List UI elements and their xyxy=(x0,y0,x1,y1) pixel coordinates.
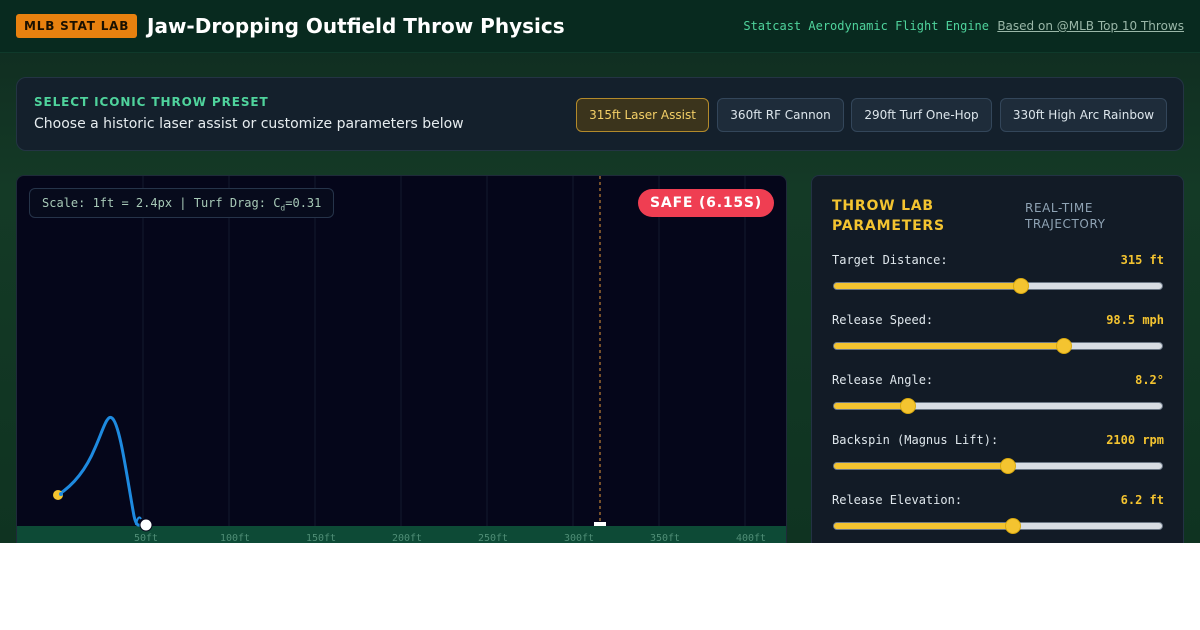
status-badge: SAFE (6.15S) xyxy=(638,189,774,217)
speed-slider[interactable] xyxy=(832,338,1164,354)
elevation-slider[interactable] xyxy=(832,518,1164,534)
parameters-title: THROW LAB PARAMETERS xyxy=(832,198,945,234)
trajectory-label: REAL-TIME TRAJECTORY xyxy=(1025,201,1106,231)
engine-label: Statcast Aerodynamic Flight Engine xyxy=(743,19,989,33)
slider-track xyxy=(833,282,1163,290)
trajectory-canvas: 50ft 100ft 150ft 200ft 250ft 300ft 350ft… xyxy=(16,175,787,543)
slider-track xyxy=(833,462,1163,470)
tick-label-50: 50ft xyxy=(134,533,158,543)
tick-label-250: 250ft xyxy=(478,533,508,543)
param-value: 315 ft xyxy=(1120,253,1164,267)
distance-gridlines xyxy=(142,176,746,526)
throw-physics-app: MLB STAT LAB Jaw-Dropping Outfield Throw… xyxy=(0,0,1200,543)
tick-label-100: 100ft xyxy=(220,533,250,543)
param-value: 6.2 ft xyxy=(1120,493,1164,507)
param-value: 98.5 mph xyxy=(1106,313,1164,327)
slider-fill xyxy=(834,283,1021,289)
slider-track xyxy=(833,402,1163,410)
slider-fill xyxy=(834,403,910,409)
preset-panel: SELECT ICONIC THROW PRESET Choose a hist… xyxy=(16,77,1184,151)
tick-label-300: 300ft xyxy=(564,533,594,543)
angle-slider[interactable] xyxy=(832,398,1164,414)
param-value: 8.2° xyxy=(1135,373,1164,387)
preset-subtitle: Choose a historic laser assist or custom… xyxy=(34,116,464,132)
tick-label-150: 150ft xyxy=(306,533,336,543)
slider-thumb[interactable] xyxy=(999,458,1016,474)
slider-track xyxy=(833,342,1163,350)
parameters-panel: THROW LAB PARAMETERS REAL-TIME TRAJECTOR… xyxy=(811,175,1184,543)
param-row-angle: Release Angle: 8.2° xyxy=(832,372,1164,426)
preset-heading: SELECT ICONIC THROW PRESET xyxy=(34,95,269,109)
param-label: Release Speed: xyxy=(832,313,934,327)
tick-label-400: 400ft xyxy=(736,533,766,543)
base-marker xyxy=(594,522,606,526)
param-label: Target Distance: xyxy=(832,253,948,267)
preset-button-laser-assist[interactable]: 315ft Laser Assist xyxy=(576,98,709,132)
slider-thumb[interactable] xyxy=(1004,518,1021,534)
preset-button-high-arc-rainbow[interactable]: 330ft High Arc Rainbow xyxy=(1000,98,1167,132)
tick-label-350: 350ft xyxy=(650,533,680,543)
throw-trajectory xyxy=(56,415,143,527)
preset-button-rf-cannon[interactable]: 360ft RF Cannon xyxy=(717,98,844,132)
tick-label-200: 200ft xyxy=(392,533,422,543)
backspin-slider[interactable] xyxy=(832,458,1164,474)
baseball-icon xyxy=(139,518,153,532)
slider-thumb[interactable] xyxy=(1013,278,1030,294)
slider-thumb[interactable] xyxy=(1056,338,1073,354)
slider-track xyxy=(833,522,1163,530)
param-value: 2100 rpm xyxy=(1106,433,1164,447)
param-row-distance: Target Distance: 315 ft xyxy=(832,252,1164,306)
scale-label: Scale: 1ft = 2.4px | Turf Drag: Cd=0.31 xyxy=(29,188,335,218)
slider-fill xyxy=(834,523,1013,529)
slider-fill xyxy=(834,343,1064,349)
page-title: Jaw-Dropping Outfield Throw Physics xyxy=(147,14,565,38)
release-point-inner xyxy=(59,492,63,496)
param-label: Release Angle: xyxy=(832,373,934,387)
param-label: Backspin (Magnus Lift): xyxy=(832,433,999,447)
source-link[interactable]: Based on @MLB Top 10 Throws xyxy=(997,18,1184,34)
preset-button-turf-one-hop[interactable]: 290ft Turf One-Hop xyxy=(851,98,992,132)
slider-fill xyxy=(834,463,1008,469)
brand-badge: MLB STAT LAB xyxy=(16,14,138,38)
param-row-backspin: Backspin (Magnus Lift): 2100 rpm xyxy=(832,432,1164,486)
trajectory-svg: 50ft 100ft 150ft 200ft 250ft 300ft 350ft… xyxy=(17,176,786,543)
distance-slider[interactable] xyxy=(832,278,1164,294)
param-row-elevation: Release Elevation: 6.2 ft xyxy=(832,492,1164,543)
param-row-speed: Release Speed: 98.5 mph xyxy=(832,312,1164,366)
param-label: Release Elevation: xyxy=(832,493,963,507)
slider-thumb[interactable] xyxy=(900,398,917,414)
top-bar: MLB STAT LAB Jaw-Dropping Outfield Throw… xyxy=(0,0,1200,53)
